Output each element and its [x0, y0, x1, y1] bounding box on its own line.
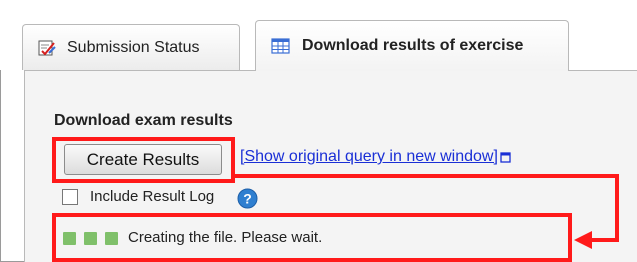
tab-download-results-label: Download results of exercise	[302, 37, 524, 54]
progress-message: Creating the file. Please wait.	[128, 229, 323, 246]
tab-download-results[interactable]: Download results of exercise	[255, 20, 569, 71]
tab-strip: Submission Status Download results of ex…	[0, 0, 637, 71]
progress-dot	[105, 232, 118, 245]
progress-indicator	[63, 232, 126, 245]
create-results-button[interactable]: Create Results	[64, 144, 222, 175]
section-title: Download exam results	[54, 112, 233, 129]
include-result-log-checkbox[interactable]	[62, 189, 78, 205]
include-result-log-label[interactable]: Include Result Log	[90, 188, 214, 205]
progress-dot	[84, 232, 97, 245]
spreadsheet-icon	[270, 36, 292, 56]
help-icon[interactable]: ?	[237, 188, 258, 209]
progress-dot	[63, 232, 76, 245]
svg-text:?: ?	[243, 191, 252, 207]
tab-submission-status[interactable]: Submission Status	[22, 24, 240, 70]
tab-submission-status-label: Submission Status	[67, 38, 200, 56]
external-window-icon	[500, 151, 512, 163]
edit-check-icon	[37, 38, 57, 58]
show-query-link-label: [Show original query in new window]	[240, 148, 498, 165]
show-query-link[interactable]: [Show original query in new window]	[240, 148, 512, 166]
